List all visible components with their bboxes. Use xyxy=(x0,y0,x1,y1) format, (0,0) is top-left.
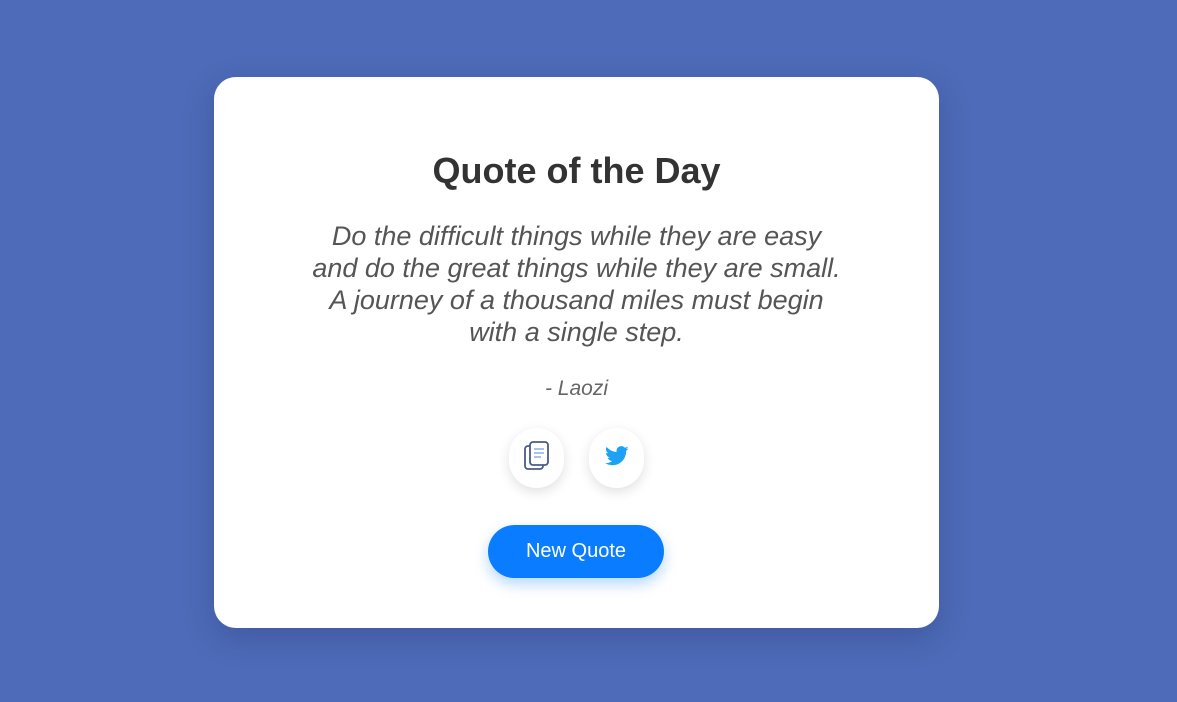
twitter-icon xyxy=(604,445,629,472)
quote-author: - Laozi xyxy=(544,377,609,400)
quote-text: Do the difficult things while they are e… xyxy=(312,221,841,347)
new-quote-button[interactable]: New Quote xyxy=(488,525,664,578)
copy-button[interactable] xyxy=(509,428,564,488)
page-title: Quote of the Day xyxy=(432,150,721,191)
copy-icon xyxy=(522,440,552,477)
tweet-button[interactable] xyxy=(589,428,644,488)
quote-card: Quote of the Day Do the difficult things… xyxy=(214,77,939,628)
